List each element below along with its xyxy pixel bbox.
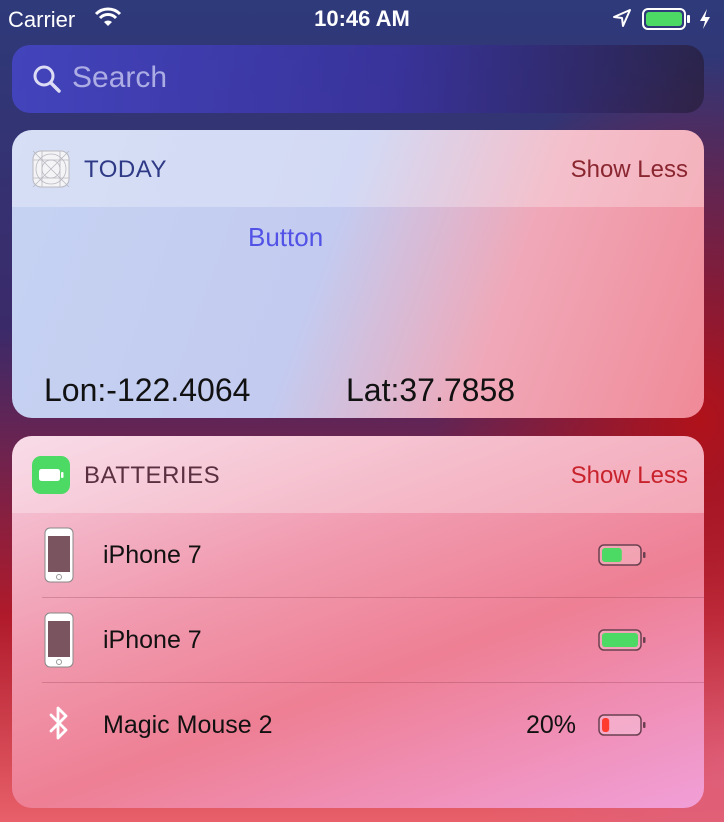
device-percent: 20% <box>525 711 576 739</box>
search-icon <box>32 64 62 99</box>
batteries-app-icon <box>32 456 70 494</box>
battery-level-icon <box>598 713 648 742</box>
longitude-label: Lon:-122.4064 <box>44 372 251 408</box>
batteries-show-less-button[interactable]: Show Less <box>571 462 688 490</box>
charging-bolt-icon <box>698 8 712 35</box>
battery-level-icon <box>598 543 648 572</box>
battery-row: iPhone 7 <box>42 513 704 598</box>
battery-row: Magic Mouse 2 20% <box>42 683 704 768</box>
status-bar: Carrier 10:46 AM <box>0 0 724 40</box>
battery-row: iPhone 7 <box>42 598 704 683</box>
today-widget-header: TODAY Show Less <box>12 130 704 207</box>
device-name: iPhone 7 <box>103 541 202 569</box>
today-button[interactable]: Button <box>248 222 323 253</box>
search-bar[interactable]: Search <box>12 45 704 113</box>
today-widget-title: TODAY <box>84 156 167 183</box>
app-placeholder-icon <box>32 150 70 188</box>
iphone-icon <box>44 612 74 673</box>
device-name: Magic Mouse 2 <box>103 711 273 739</box>
latitude-label: Lat:37.7858 <box>346 372 516 408</box>
batteries-widget: BATTERIES Show Less iPhone 7 iPhone 7 Ma… <box>12 436 704 808</box>
search-input[interactable]: Search <box>72 61 167 95</box>
iphone-icon <box>44 527 74 588</box>
battery-status-icon <box>642 8 692 35</box>
device-name: iPhone 7 <box>103 626 202 654</box>
battery-level-icon <box>598 628 648 657</box>
bluetooth-icon <box>48 705 70 746</box>
batteries-widget-title: BATTERIES <box>84 462 221 489</box>
batteries-widget-header: BATTERIES Show Less <box>12 436 704 513</box>
location-arrow-icon <box>612 8 632 33</box>
today-widget: TODAY Show Less Button Lon:-122.4064 Lat… <box>12 130 704 418</box>
today-show-less-button[interactable]: Show Less <box>571 156 688 184</box>
